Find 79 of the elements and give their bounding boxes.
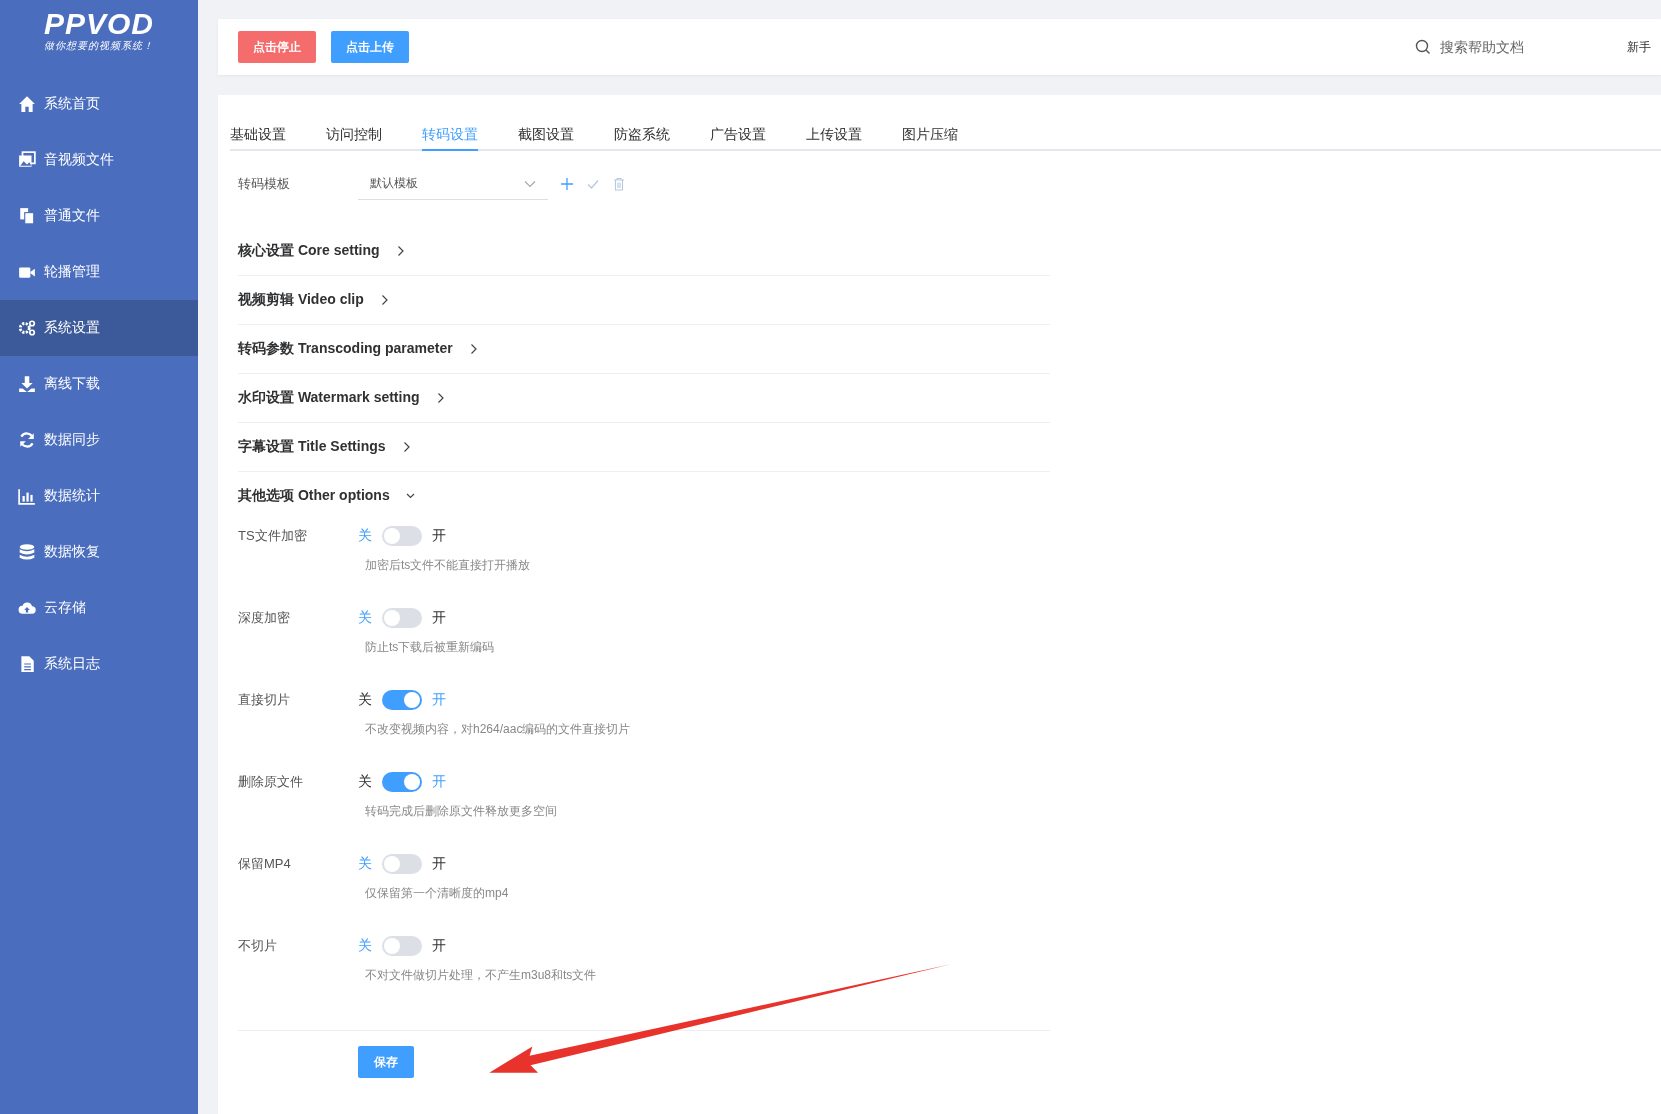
sidebar-item[interactable]: 轮播管理 [0, 244, 198, 300]
off-label: 关 [358, 773, 372, 791]
sidebar-item[interactable]: 数据统计 [0, 468, 198, 524]
toggle-switch[interactable] [382, 690, 422, 710]
sidebar-item[interactable]: 云存储 [0, 580, 198, 636]
help-link[interactable]: 新手 [1627, 38, 1651, 56]
search-field[interactable]: 搜索帮助文档 [1438, 38, 1612, 56]
document-icon [18, 655, 36, 673]
sidebar-item[interactable]: 系统设置 [0, 300, 198, 356]
chevron-right-icon [379, 294, 389, 306]
option-label: 直接切片 [238, 691, 291, 709]
chevron-right-icon [468, 343, 478, 355]
home-icon [18, 95, 36, 113]
on-label: 开 [432, 527, 446, 545]
chevron-right-icon [401, 441, 411, 453]
option-label: TS文件加密 [238, 527, 308, 545]
database-icon [18, 543, 36, 561]
toggle-switch[interactable] [382, 936, 422, 956]
off-label: 关 [358, 937, 372, 955]
collapse-header[interactable]: 视频剪辑 Video clip [238, 276, 1050, 325]
tab[interactable]: 基础设置 [230, 117, 326, 151]
chevron-right-icon [435, 392, 445, 404]
image-icon [18, 151, 36, 169]
bar-chart-icon [18, 487, 36, 505]
option-hint: 加密后ts文件不能直接打开播放 [365, 557, 532, 574]
sidebar-item[interactable]: 数据同步 [0, 412, 198, 468]
off-label: 关 [358, 691, 372, 709]
on-label: 开 [432, 609, 446, 627]
option-hint: 不对文件做切片处理，不产生m3u8和ts文件 [365, 967, 598, 984]
logo-slogan: 做你想要的视频系统！ [44, 39, 154, 53]
sidebar-item[interactable]: 系统日志 [0, 636, 198, 692]
tab[interactable]: 广告设置 [710, 117, 806, 151]
check-icon[interactable] [586, 177, 600, 191]
gears-icon [18, 319, 36, 337]
collapse-header[interactable]: 字幕设置 Title Settings [238, 423, 1050, 472]
toggle-switch[interactable] [382, 772, 422, 792]
off-label: 关 [358, 527, 372, 545]
option-label: 深度加密 [238, 609, 291, 627]
download-icon [18, 375, 36, 393]
trash-icon[interactable] [612, 177, 626, 191]
tab[interactable]: 图片压缩 [902, 117, 998, 151]
on-label: 开 [432, 691, 446, 709]
template-select[interactable]: 默认模板 [358, 168, 548, 200]
collapse-header[interactable]: 核心设置 Core setting [238, 227, 1050, 276]
collapse-header[interactable]: 水印设置 Watermark setting [238, 374, 1050, 423]
sidebar-item[interactable]: 普通文件 [0, 188, 198, 244]
on-label: 开 [432, 773, 446, 791]
toggle-switch[interactable] [382, 526, 422, 546]
files-icon [18, 207, 36, 225]
logo-text: PPVOD [44, 9, 154, 39]
field-label: 转码模板 [238, 175, 291, 193]
tab[interactable]: 上传设置 [806, 117, 902, 151]
option-hint: 仅保留第一个清晰度的mp4 [365, 885, 510, 902]
sidebar-item[interactable]: 数据恢复 [0, 524, 198, 580]
toggle-switch[interactable] [382, 854, 422, 874]
option-hint: 防止ts下载后被重新编码 [365, 639, 496, 656]
off-label: 关 [358, 609, 372, 627]
option-hint: 转码完成后删除原文件释放更多空间 [365, 803, 558, 820]
collapse-header[interactable]: 转码参数 Transcoding parameter [238, 325, 1050, 374]
search-icon [1415, 39, 1431, 55]
sidebar-item[interactable]: 系统首页 [0, 76, 198, 132]
option-hint: 不改变视频内容，对h264/aac编码的文件直接切片 [365, 721, 632, 738]
chevron-right-icon [395, 245, 405, 257]
collapse-header[interactable]: 其他选项 Other options [238, 472, 1050, 520]
option-label: 不切片 [238, 937, 278, 955]
sync-icon [18, 431, 36, 449]
on-label: 开 [432, 855, 446, 873]
toggle-switch[interactable] [382, 608, 422, 628]
tab[interactable]: 防盗系统 [614, 117, 710, 151]
off-label: 关 [358, 855, 372, 873]
sidebar-item[interactable]: 音视频文件 [0, 132, 198, 188]
plus-icon[interactable] [560, 177, 574, 191]
chevron-down-icon [524, 179, 536, 188]
option-label: 保留MP4 [238, 855, 292, 873]
on-label: 开 [432, 937, 446, 955]
option-label: 删除原文件 [238, 773, 304, 791]
sidebar-item[interactable]: 离线下载 [0, 356, 198, 412]
tab[interactable]: 截图设置 [518, 117, 614, 151]
tab[interactable]: 访问控制 [326, 117, 422, 151]
